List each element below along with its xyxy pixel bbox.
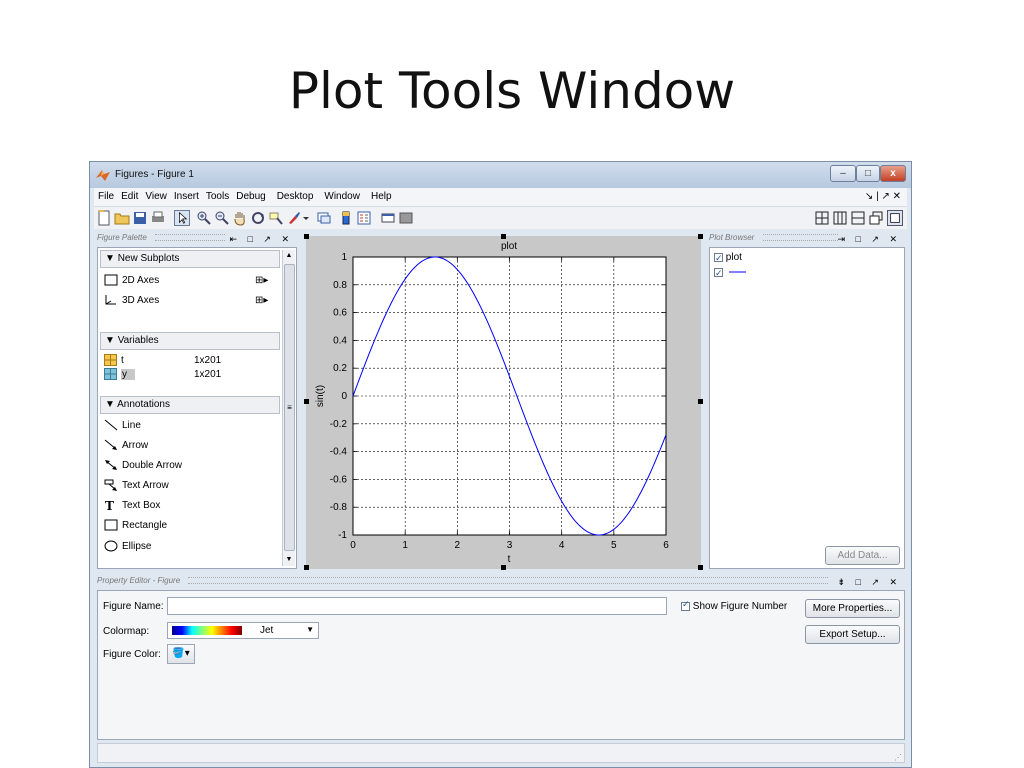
property-editor-titlebar: Property Editor - Figure ⇟ □ ↗ ✕ (97, 576, 905, 589)
property-editor-title: Property Editor - Figure (97, 576, 181, 585)
y-tick-label: -0.2 (330, 419, 348, 430)
plot-visible-checkbox[interactable] (714, 250, 723, 266)
property-editor: Figure Name: Show Figure Number More Pro… (97, 590, 905, 740)
y-tick-label: 0.2 (333, 363, 347, 374)
x-tick-label: 3 (507, 540, 513, 551)
y-tick-label: 0.8 (333, 280, 347, 291)
x-tick-label: 1 (402, 540, 408, 551)
plot-browser: plot Add Data... (709, 247, 905, 569)
y-tick-label: -0.4 (330, 447, 348, 458)
jet-colormap-swatch (172, 626, 242, 635)
y-tick-label: -0.8 (330, 502, 348, 513)
y-axis-label: sin(t) (315, 385, 326, 407)
paint-bucket-icon: 🪣 (172, 648, 185, 659)
x-tick-label: 2 (455, 540, 461, 551)
colormap-value: Jet (260, 625, 274, 636)
x-axis-label: t (508, 554, 511, 565)
chart-title: plot (501, 241, 517, 252)
y-tick-label: -0.6 (330, 474, 348, 485)
y-tick-label: 0.4 (333, 335, 347, 346)
x-tick-labels: 0 1 2 3 4 5 6 (350, 540, 669, 551)
plot-browser-entry-plot[interactable]: plot (714, 250, 742, 266)
x-tick-label: 4 (559, 540, 565, 551)
show-figure-number-checkbox[interactable] (681, 599, 690, 611)
x-tick-label: 6 (663, 540, 669, 551)
plot-browser-controls[interactable]: ⇥ □ ↗ ✕ (837, 234, 901, 245)
y-tick-label: -1 (338, 530, 347, 541)
plot-browser-entry-line[interactable] (714, 265, 752, 281)
line-swatch-icon (728, 271, 746, 273)
figure-name-label: Figure Name: (103, 601, 164, 612)
line-visible-checkbox[interactable] (714, 265, 723, 281)
y-tick-labels: -1 -0.8 -0.6 -0.4 -0.2 0 0.2 0.4 0.6 0.8 1 (330, 252, 348, 541)
resize-grip-icon[interactable]: ⋰ (894, 753, 902, 762)
plot-browser-title: Plot Browser (709, 233, 755, 242)
colormap-label: Colormap: (103, 626, 150, 637)
chevron-down-icon[interactable]: ▼ (306, 625, 314, 634)
figure-color-label: Figure Color: (103, 649, 161, 660)
export-setup-button[interactable]: Export Setup... (805, 625, 900, 644)
y-tick-label: 0.6 (333, 308, 347, 319)
more-properties-button[interactable]: More Properties... (805, 599, 900, 618)
status-bar: ⋰ (97, 743, 905, 763)
plot-browser-titlebar: Plot Browser ⇥ □ ↗ ✕ (709, 233, 905, 246)
show-figure-number-option[interactable]: Show Figure Number (681, 599, 787, 612)
x-tick-label: 5 (611, 540, 617, 551)
property-editor-controls[interactable]: ⇟ □ ↗ ✕ (837, 577, 901, 588)
figure-color-button[interactable]: 🪣▾ (167, 644, 195, 664)
y-tick-label: 1 (341, 252, 347, 263)
y-tick-label: 0 (341, 391, 347, 402)
add-data-button[interactable]: Add Data... (825, 546, 900, 565)
colormap-select[interactable]: Jet ▼ (167, 622, 319, 639)
x-tick-label: 0 (350, 540, 356, 551)
figure-name-input[interactable] (167, 597, 667, 615)
